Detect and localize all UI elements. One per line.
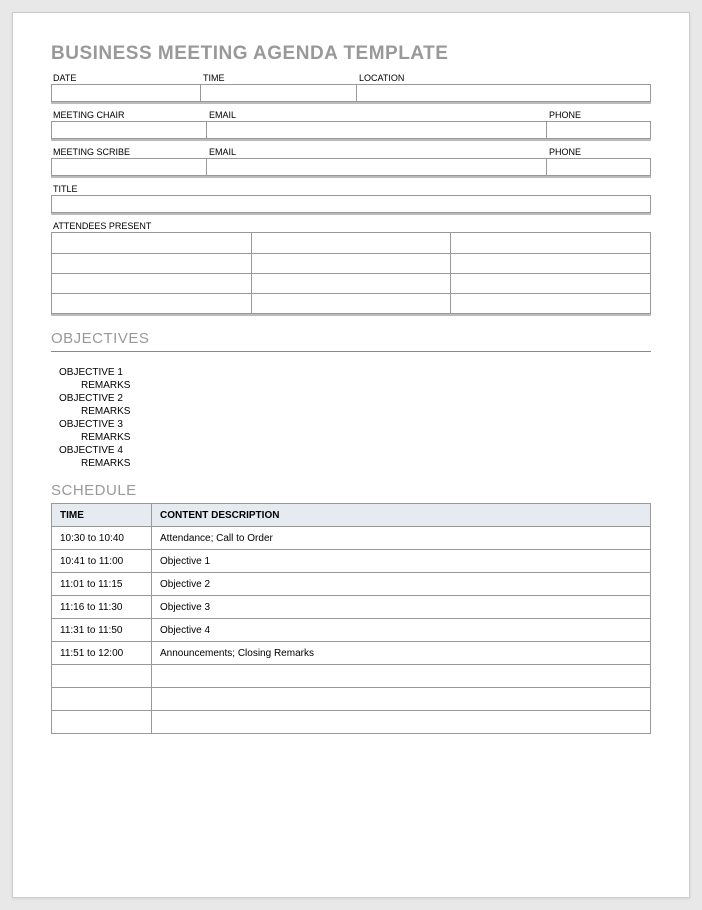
chair-label: MEETING CHAIR bbox=[51, 108, 207, 121]
attendees-grid bbox=[51, 232, 651, 314]
attendees-cell[interactable] bbox=[450, 274, 650, 293]
schedule-time[interactable]: 11:31 to 11:50 bbox=[52, 619, 152, 642]
schedule-row: 10:41 to 11:00Objective 1 bbox=[52, 550, 651, 573]
attendees-row bbox=[52, 293, 650, 313]
schedule-time[interactable]: 11:01 to 11:15 bbox=[52, 573, 152, 596]
schedule-col-desc: CONTENT DESCRIPTION bbox=[152, 504, 651, 527]
attendees-cell[interactable] bbox=[251, 274, 451, 293]
schedule-row: 11:51 to 12:00Announcements; Closing Rem… bbox=[52, 642, 651, 665]
schedule-row bbox=[52, 688, 651, 711]
meeting-title-label: TITLE bbox=[51, 182, 651, 195]
meeting-scribe-block: MEETING SCRIBE EMAIL PHONE bbox=[51, 145, 651, 178]
objective-name: OBJECTIVE 1 bbox=[51, 366, 651, 379]
scribe-label: MEETING SCRIBE bbox=[51, 145, 207, 158]
objective-remarks-label: REMARKS bbox=[51, 405, 651, 418]
schedule-row: 11:16 to 11:30Objective 3 bbox=[52, 596, 651, 619]
schedule-time[interactable] bbox=[52, 665, 152, 688]
attendees-row bbox=[52, 253, 650, 273]
divider bbox=[51, 351, 651, 352]
attendees-cell[interactable] bbox=[52, 274, 251, 293]
schedule-desc[interactable]: Objective 4 bbox=[152, 619, 651, 642]
schedule-desc[interactable]: Objective 1 bbox=[152, 550, 651, 573]
schedule-row: 10:30 to 10:40Attendance; Call to Order bbox=[52, 527, 651, 550]
schedule-time[interactable] bbox=[52, 711, 152, 734]
schedule-row bbox=[52, 665, 651, 688]
attendees-cell[interactable] bbox=[251, 254, 451, 273]
meeting-title-field[interactable] bbox=[51, 195, 651, 213]
scribe-phone-field[interactable] bbox=[547, 158, 651, 176]
schedule-row bbox=[52, 711, 651, 734]
attendees-cell[interactable] bbox=[450, 254, 650, 273]
attendees-cell[interactable] bbox=[52, 254, 251, 273]
objective-name: OBJECTIVE 2 bbox=[51, 392, 651, 405]
attendees-cell[interactable] bbox=[52, 294, 251, 313]
scribe-email-label: EMAIL bbox=[207, 145, 547, 158]
chair-phone-field[interactable] bbox=[547, 121, 651, 139]
scribe-email-field[interactable] bbox=[207, 158, 547, 176]
schedule-time[interactable]: 10:41 to 11:00 bbox=[52, 550, 152, 573]
schedule-desc[interactable]: Attendance; Call to Order bbox=[152, 527, 651, 550]
schedule-row: 11:01 to 11:15Objective 2 bbox=[52, 573, 651, 596]
date-field[interactable] bbox=[51, 84, 201, 102]
attendees-cell[interactable] bbox=[450, 294, 650, 313]
meeting-chair-block: MEETING CHAIR EMAIL PHONE bbox=[51, 108, 651, 141]
attendees-cell[interactable] bbox=[251, 233, 451, 253]
document-title: BUSINESS MEETING AGENDA TEMPLATE bbox=[51, 43, 651, 65]
attendees-label: ATTENDEES PRESENT bbox=[51, 219, 651, 232]
location-label: LOCATION bbox=[357, 71, 651, 84]
objectives-heading: OBJECTIVES bbox=[51, 330, 651, 347]
schedule-col-time: TIME bbox=[52, 504, 152, 527]
scribe-field[interactable] bbox=[51, 158, 207, 176]
schedule-desc[interactable] bbox=[152, 688, 651, 711]
objectives-list: OBJECTIVE 1 REMARKS OBJECTIVE 2 REMARKS … bbox=[51, 366, 651, 470]
schedule-time[interactable]: 11:16 to 11:30 bbox=[52, 596, 152, 619]
objective-remarks-label: REMARKS bbox=[51, 457, 651, 470]
schedule-desc[interactable]: Announcements; Closing Remarks bbox=[152, 642, 651, 665]
schedule-desc[interactable]: Objective 3 bbox=[152, 596, 651, 619]
time-label: TIME bbox=[201, 71, 357, 84]
schedule-time[interactable]: 10:30 to 10:40 bbox=[52, 527, 152, 550]
location-field[interactable] bbox=[357, 84, 651, 102]
schedule-time[interactable] bbox=[52, 688, 152, 711]
attendees-block: ATTENDEES PRESENT bbox=[51, 219, 651, 316]
chair-field[interactable] bbox=[51, 121, 207, 139]
attendees-row bbox=[52, 233, 650, 253]
schedule-header-row: TIME CONTENT DESCRIPTION bbox=[52, 504, 651, 527]
schedule-desc[interactable]: Objective 2 bbox=[152, 573, 651, 596]
schedule-table: TIME CONTENT DESCRIPTION 10:30 to 10:40A… bbox=[51, 503, 651, 734]
objective-remarks-label: REMARKS bbox=[51, 431, 651, 444]
chair-email-field[interactable] bbox=[207, 121, 547, 139]
attendees-cell[interactable] bbox=[251, 294, 451, 313]
schedule-row: 11:31 to 11:50Objective 4 bbox=[52, 619, 651, 642]
date-label: DATE bbox=[51, 71, 201, 84]
objective-name: OBJECTIVE 4 bbox=[51, 444, 651, 457]
objective-remarks-label: REMARKS bbox=[51, 379, 651, 392]
meeting-title-block: TITLE bbox=[51, 182, 651, 215]
schedule-desc[interactable] bbox=[152, 711, 651, 734]
objective-name: OBJECTIVE 3 bbox=[51, 418, 651, 431]
chair-phone-label: PHONE bbox=[547, 108, 651, 121]
schedule-desc[interactable] bbox=[152, 665, 651, 688]
chair-email-label: EMAIL bbox=[207, 108, 547, 121]
schedule-time[interactable]: 11:51 to 12:00 bbox=[52, 642, 152, 665]
attendees-row bbox=[52, 273, 650, 293]
schedule-heading: SCHEDULE bbox=[51, 482, 651, 499]
document-page: BUSINESS MEETING AGENDA TEMPLATE DATE TI… bbox=[12, 12, 690, 898]
attendees-cell[interactable] bbox=[52, 233, 251, 253]
time-field[interactable] bbox=[201, 84, 357, 102]
attendees-cell[interactable] bbox=[450, 233, 650, 253]
scribe-phone-label: PHONE bbox=[547, 145, 651, 158]
date-time-location-block: DATE TIME LOCATION bbox=[51, 71, 651, 104]
